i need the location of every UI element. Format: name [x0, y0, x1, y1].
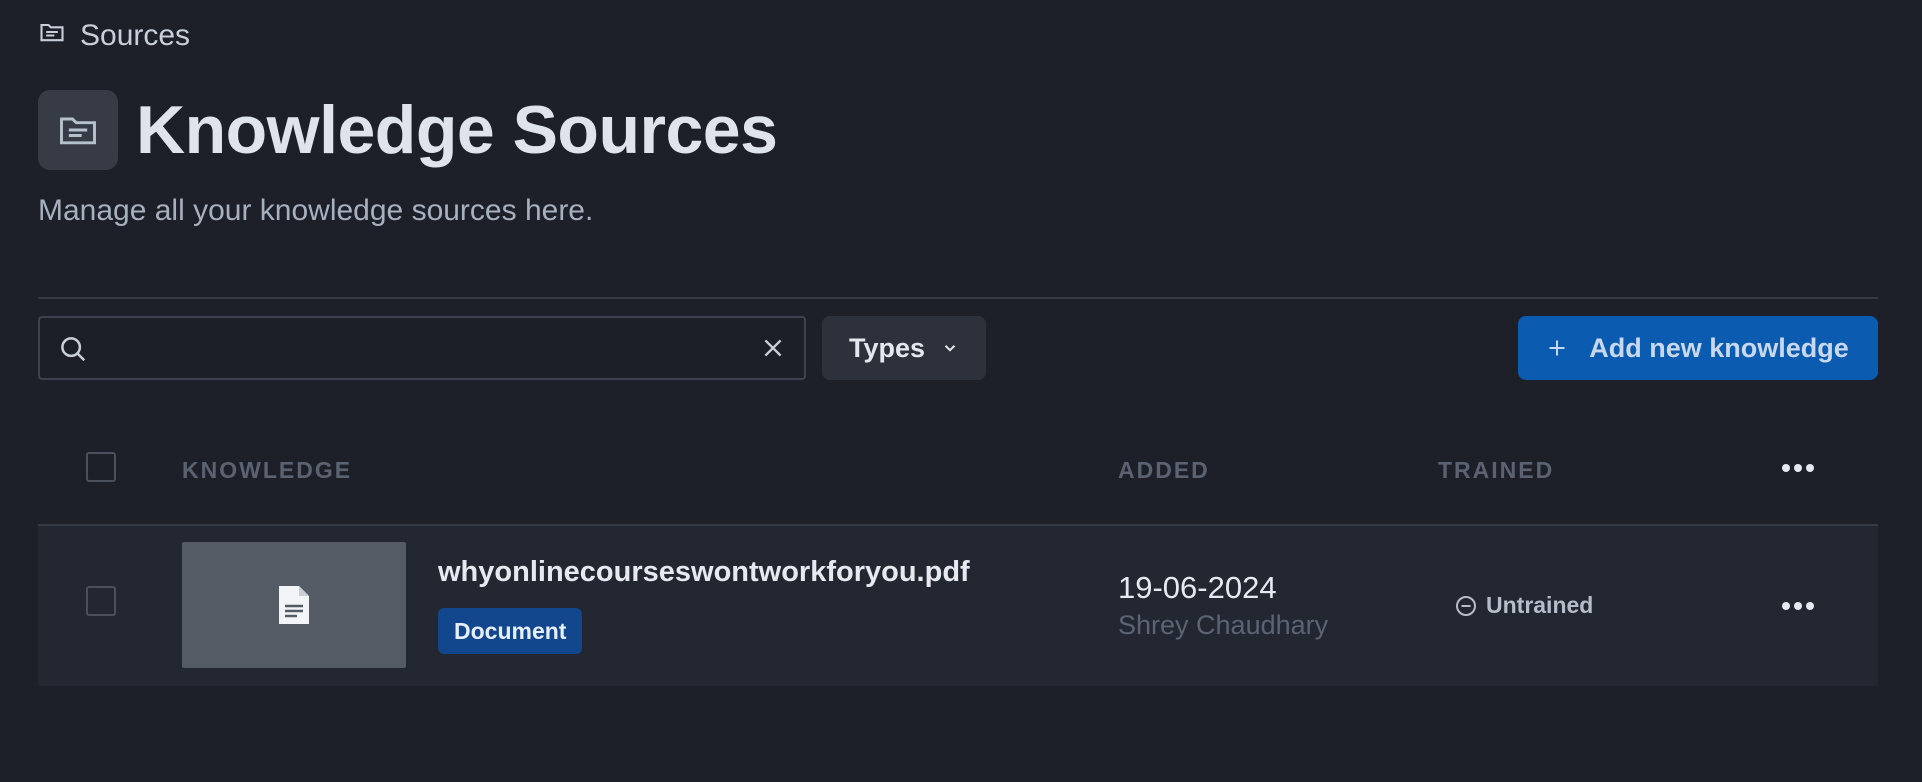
page-subtitle: Manage all your knowledge sources here.: [38, 194, 594, 227]
add-knowledge-button[interactable]: Add new knowledge: [1518, 316, 1878, 380]
table-header: KNOWLEDGE ADDED TRAINED: [38, 430, 1878, 524]
divider: [38, 297, 1878, 299]
page-title: Knowledge Sources: [136, 92, 778, 168]
document-icon: [279, 586, 309, 624]
breadcrumb: Sources: [38, 18, 190, 54]
types-dropdown-button[interactable]: Types: [822, 316, 986, 380]
folder-icon: [38, 90, 118, 170]
breadcrumb-label[interactable]: Sources: [80, 19, 190, 53]
add-knowledge-label: Add new knowledge: [1589, 332, 1849, 363]
page-header: Knowledge Sources: [38, 90, 778, 170]
status-label: Untrained: [1486, 592, 1594, 618]
column-header-trained[interactable]: TRAINED: [1438, 457, 1554, 484]
column-header-knowledge[interactable]: KNOWLEDGE: [182, 457, 352, 484]
added-by: Shrey Chaudhary: [1118, 610, 1329, 640]
close-icon[interactable]: [760, 335, 786, 361]
added-date: 19-06-2024: [1118, 570, 1277, 605]
minus-circle-icon: [1456, 595, 1476, 616]
search-icon: [61, 337, 86, 362]
file-name[interactable]: whyonlinecourseswontworkforyou.pdf: [438, 556, 970, 589]
more-options-icon[interactable]: [1780, 600, 1816, 612]
folder-icon: [38, 18, 66, 54]
type-badge: Document: [438, 608, 583, 654]
row-checkbox[interactable]: [86, 586, 116, 616]
search-box: [38, 316, 806, 380]
status-badge: Untrained: [1454, 592, 1593, 619]
more-options-icon[interactable]: [1780, 462, 1816, 474]
plus-icon: [1549, 340, 1565, 356]
chevron-down-icon: [944, 345, 956, 352]
table-row[interactable]: whyonlinecourseswontworkforyou.pdf Docum…: [38, 526, 1878, 686]
file-thumbnail[interactable]: [182, 542, 406, 668]
types-label: Types: [848, 332, 926, 363]
search-input[interactable]: [102, 326, 722, 370]
column-header-added[interactable]: ADDED: [1118, 457, 1210, 484]
select-all-checkbox[interactable]: [86, 452, 116, 482]
